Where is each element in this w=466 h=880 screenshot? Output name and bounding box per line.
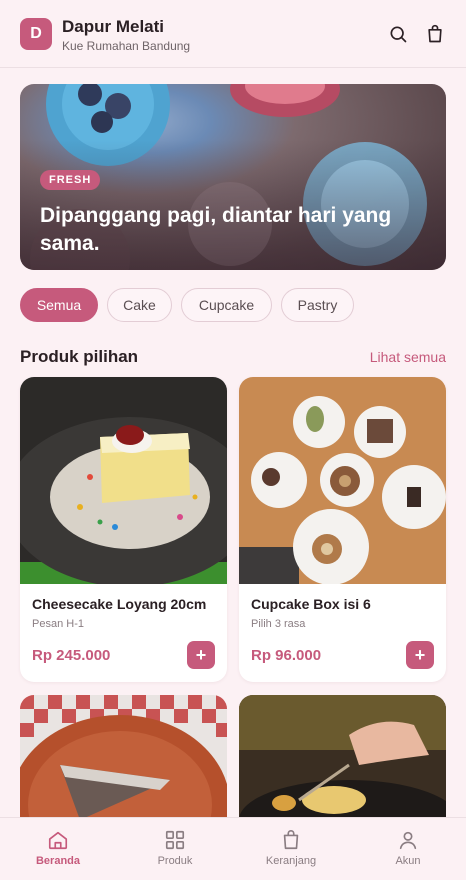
cart-button[interactable] [423,22,447,46]
product-note: Pilih 3 rasa [251,618,306,630]
product-price: Rp 96.000 [251,647,322,664]
user-icon [399,831,417,850]
bag-icon [283,830,299,850]
product-card-cheesecake[interactable]: Cheesecake Loyang 20cm Pesan H-1 Rp 245.… [20,377,227,682]
product-price: Rp 245.000 [32,647,111,664]
store-logo: D [20,18,52,50]
chip-semua[interactable]: Semua [20,288,98,322]
product-card-cupcake-box[interactable]: Cupcake Box isi 6 Pilih 3 rasa Rp 96.000… [239,377,446,682]
section-title: Produk pilihan [20,347,139,366]
nav-produk[interactable]: Produk [117,818,233,880]
search-button[interactable] [386,22,410,46]
nav-keranjang[interactable]: Keranjang [233,818,349,880]
store-name: Dapur Melati [62,17,165,36]
chip-cupcake[interactable]: Cupcake [181,288,272,322]
chip-pastry[interactable]: Pastry [281,288,354,322]
shopping-bag-icon [428,24,442,43]
product-note: Pesan H-1 [32,618,84,630]
product-image-cheesecake [20,377,227,584]
nav-label: Keranjang [265,855,317,867]
nav-label: Produk [157,855,193,867]
product-image-cupcake-box [239,377,446,584]
add-to-cart-button[interactable]: + [187,641,215,669]
product-image-cake-slice [20,695,227,825]
app-screen: D Dapur Melati Kue Rumahan Bandung FRESH… [0,0,466,880]
fresh-badge: FRESH [40,170,101,190]
product-card-partial-cake-slice[interactable] [20,695,227,825]
nav-akun[interactable]: Akun [350,818,466,880]
bottom-navigation: Beranda Produk Keranjang Akun [0,817,466,880]
chip-cake[interactable]: Cake [107,288,172,322]
nav-beranda[interactable]: Beranda [0,818,116,880]
home-icon [48,831,68,850]
see-all-link[interactable]: Lihat semua [370,349,446,365]
app-header: D Dapur Melati Kue Rumahan Bandung [0,0,466,68]
product-name: Cheesecake Loyang 20cm [32,596,207,612]
product-image-dessert [239,695,446,825]
store-subtitle: Kue Rumahan Bandung [62,39,191,53]
nav-label: Akun [395,855,421,867]
search-icon [390,26,407,43]
product-name: Cupcake Box isi 6 [251,596,371,612]
hero-banner[interactable]: FRESH Dipanggang pagi, diantar hari yang… [20,84,446,270]
product-card-partial-dessert[interactable] [239,695,446,825]
nav-label: Beranda [35,855,81,867]
hero-title: Dipanggang pagi, diantar hari yang sama. [40,204,392,255]
add-to-cart-button[interactable]: + [406,641,434,669]
grid-icon [165,830,185,850]
